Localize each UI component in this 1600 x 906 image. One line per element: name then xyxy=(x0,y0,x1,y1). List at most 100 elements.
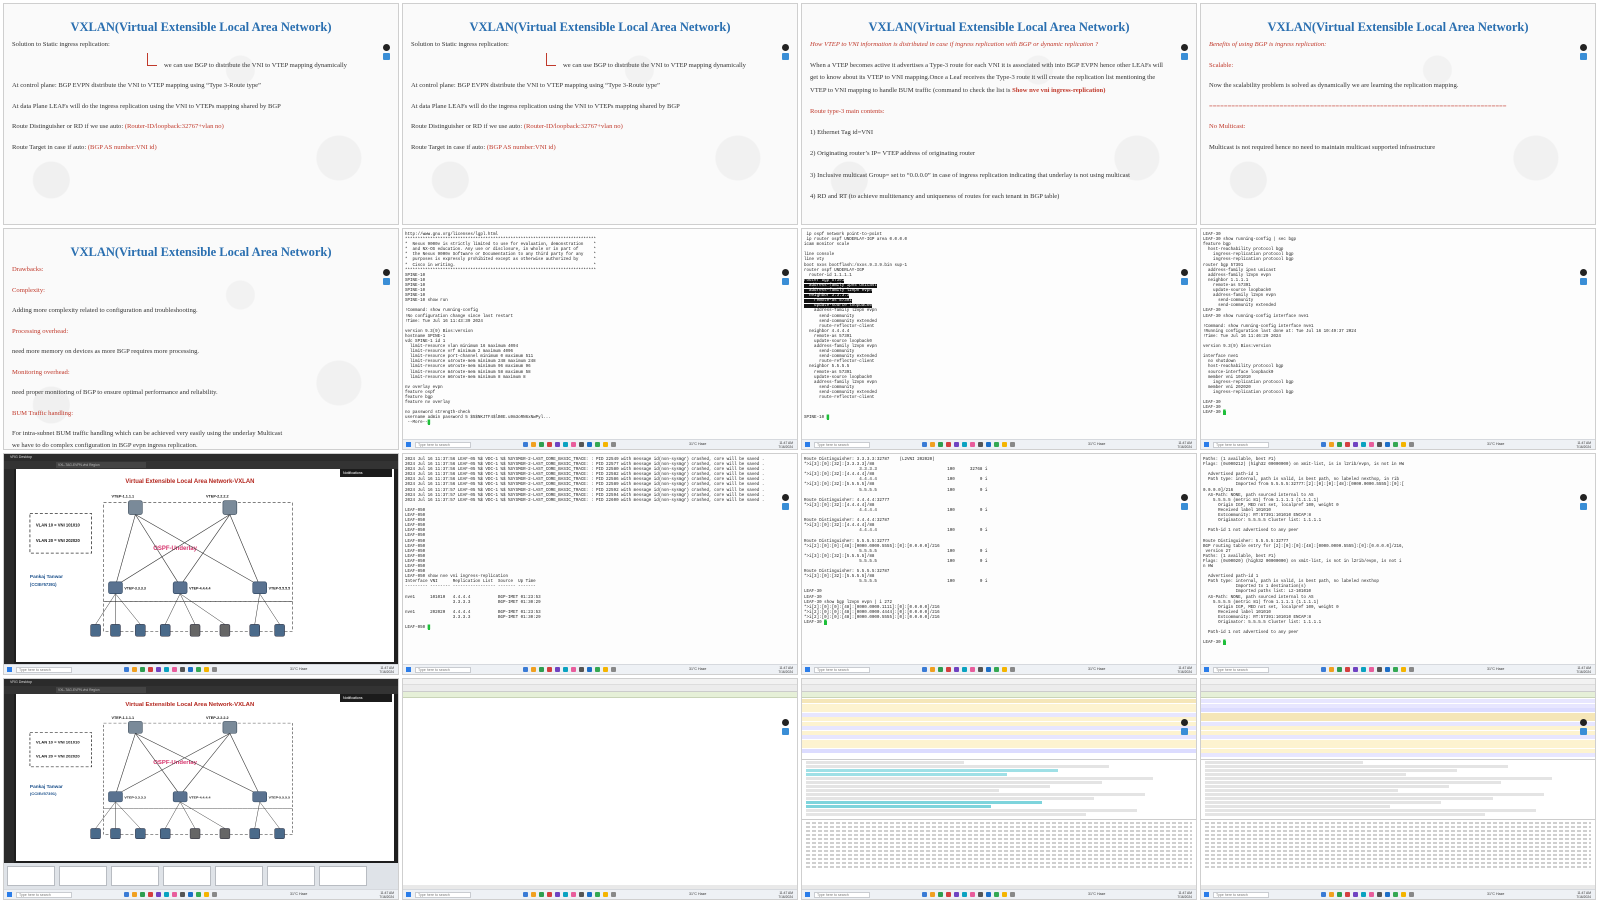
taskbar-app-icon[interactable] xyxy=(571,442,576,447)
taskbar-app-icon[interactable] xyxy=(954,667,959,672)
taskbar-search-input[interactable]: Type here to search xyxy=(415,667,471,673)
taskbar-app-icon[interactable] xyxy=(212,892,217,897)
taskbar-app-icon[interactable] xyxy=(563,667,568,672)
taskbar-search-input[interactable]: Type here to search xyxy=(814,667,870,673)
packet-row[interactable] xyxy=(1201,712,1595,717)
notifications-panel[interactable]: Notifications xyxy=(340,469,392,477)
notes-icon[interactable] xyxy=(782,503,789,510)
taskbar-search-input[interactable]: Type here to search xyxy=(1213,892,1269,898)
display-filter-input[interactable] xyxy=(1201,692,1595,698)
packet-details[interactable] xyxy=(1201,759,1595,817)
start-icon[interactable] xyxy=(1204,892,1209,897)
taskbar-app-icon[interactable] xyxy=(994,667,999,672)
taskbar-app-icon[interactable] xyxy=(164,667,169,672)
packet-row[interactable] xyxy=(1201,739,1595,744)
taskbar-app-icon[interactable] xyxy=(978,442,983,447)
taskbar-app-icon[interactable] xyxy=(587,667,592,672)
packet-row[interactable] xyxy=(802,703,1196,708)
start-icon[interactable] xyxy=(406,442,411,447)
taskbar-app-icon[interactable] xyxy=(1369,667,1374,672)
help-icon[interactable] xyxy=(383,269,390,276)
taskbar-app-icon[interactable] xyxy=(140,667,145,672)
taskbar-app-icon[interactable] xyxy=(603,667,608,672)
help-icon[interactable] xyxy=(782,269,789,276)
packet-list[interactable] xyxy=(1201,699,1595,757)
start-icon[interactable] xyxy=(406,667,411,672)
taskbar-app-icon[interactable] xyxy=(587,892,592,897)
help-icon[interactable] xyxy=(782,494,789,501)
taskbar-app-icon[interactable] xyxy=(172,892,177,897)
taskbar-app-icon[interactable] xyxy=(555,442,560,447)
taskbar-app-icon[interactable] xyxy=(531,667,536,672)
taskbar-app-icon[interactable] xyxy=(611,442,616,447)
taskbar-app-icon[interactable] xyxy=(132,892,137,897)
packet-row[interactable] xyxy=(1201,708,1595,712)
start-icon[interactable] xyxy=(1204,442,1209,447)
taskbar-app-icon[interactable] xyxy=(587,442,592,447)
taskbar-app-icon[interactable] xyxy=(1393,667,1398,672)
taskbar-app-icon[interactable] xyxy=(954,892,959,897)
taskbar-app-icon[interactable] xyxy=(1361,892,1366,897)
taskbar-app-icon[interactable] xyxy=(1401,667,1406,672)
notes-icon[interactable] xyxy=(383,53,390,60)
slide-tile-1[interactable]: VXLAN(Virtual Extensible Local Area Netw… xyxy=(3,3,399,225)
taskbar-app-icon[interactable] xyxy=(978,667,983,672)
window-thumbnail[interactable] xyxy=(59,866,107,886)
packet-row[interactable] xyxy=(1201,744,1595,748)
help-icon[interactable] xyxy=(1580,44,1587,51)
display-filter-input[interactable] xyxy=(802,692,1196,698)
taskbar-app-icon[interactable] xyxy=(571,667,576,672)
help-icon[interactable] xyxy=(782,44,789,51)
taskbar-app-icon[interactable] xyxy=(1361,442,1366,447)
wireshark-toolbar[interactable] xyxy=(1201,685,1595,692)
taskbar-app-icon[interactable] xyxy=(1010,442,1015,447)
window-thumbnail[interactable] xyxy=(111,866,159,886)
notes-icon[interactable] xyxy=(1181,728,1188,735)
taskbar-app-icon[interactable] xyxy=(1002,442,1007,447)
window-thumbnail[interactable] xyxy=(267,866,315,886)
taskbar-app-icon[interactable] xyxy=(124,892,129,897)
notes-icon[interactable] xyxy=(782,728,789,735)
taskbar-app-icon[interactable] xyxy=(1361,667,1366,672)
taskbar-app-icon[interactable] xyxy=(603,442,608,447)
notes-icon[interactable] xyxy=(782,278,789,285)
taskbar-app-icon[interactable] xyxy=(523,892,528,897)
window-thumbnail[interactable] xyxy=(7,866,55,886)
taskbar-app-icon[interactable] xyxy=(1377,667,1382,672)
packet-details[interactable] xyxy=(802,759,1196,817)
taskbar-app-icon[interactable] xyxy=(547,667,552,672)
packet-row[interactable] xyxy=(802,744,1196,748)
taskbar-app-icon[interactable] xyxy=(164,892,169,897)
packet-row[interactable] xyxy=(1201,726,1595,730)
taskbar-app-icon[interactable] xyxy=(1393,892,1398,897)
packet-row[interactable] xyxy=(802,735,1196,739)
taskbar-app-icon[interactable] xyxy=(1345,442,1350,447)
taskbar-app-icon[interactable] xyxy=(986,892,991,897)
help-icon[interactable] xyxy=(1181,494,1188,501)
taskbar-app-icon[interactable] xyxy=(1409,892,1414,897)
taskbar-app-icon[interactable] xyxy=(938,442,943,447)
terminal-tile-leaf-logs[interactable]: 2024 Jul 16 11:37:56 LEAF-05 %$ VDC-1 %$… xyxy=(402,453,798,675)
taskbar-search-input[interactable]: Type here to search xyxy=(16,892,72,898)
taskbar-app-icon[interactable] xyxy=(555,667,560,672)
start-icon[interactable] xyxy=(805,667,810,672)
taskbar-app-icon[interactable] xyxy=(938,667,943,672)
start-icon[interactable] xyxy=(805,892,810,897)
taskbar-app-icon[interactable] xyxy=(523,667,528,672)
taskbar-app-icon[interactable] xyxy=(1393,442,1398,447)
help-icon[interactable] xyxy=(1181,719,1188,726)
taskbar-app-icon[interactable] xyxy=(1369,442,1374,447)
taskbar-app-icon[interactable] xyxy=(1002,892,1007,897)
start-icon[interactable] xyxy=(406,892,411,897)
notes-icon[interactable] xyxy=(782,53,789,60)
packet-row[interactable] xyxy=(1201,721,1595,726)
taskbar-app-icon[interactable] xyxy=(555,892,560,897)
packet-row[interactable] xyxy=(1201,735,1595,739)
wireshark-tile-details[interactable]: Type here to search 31°C Haze 11:47 AM 7/16… xyxy=(801,678,1197,900)
topology-tile-2[interactable]: VRG Desktop VXL-TAG-EVPN.vhd Region Virtua… xyxy=(3,678,399,900)
taskbar-app-icon[interactable] xyxy=(148,892,153,897)
packet-row[interactable] xyxy=(802,748,1196,753)
taskbar-app-icon[interactable] xyxy=(579,442,584,447)
taskbar-app-icon[interactable] xyxy=(1409,667,1414,672)
terminal-tile-leaf-bgp[interactable]: LEAF-30 LEAF-30 show running-config | se… xyxy=(1200,228,1596,450)
